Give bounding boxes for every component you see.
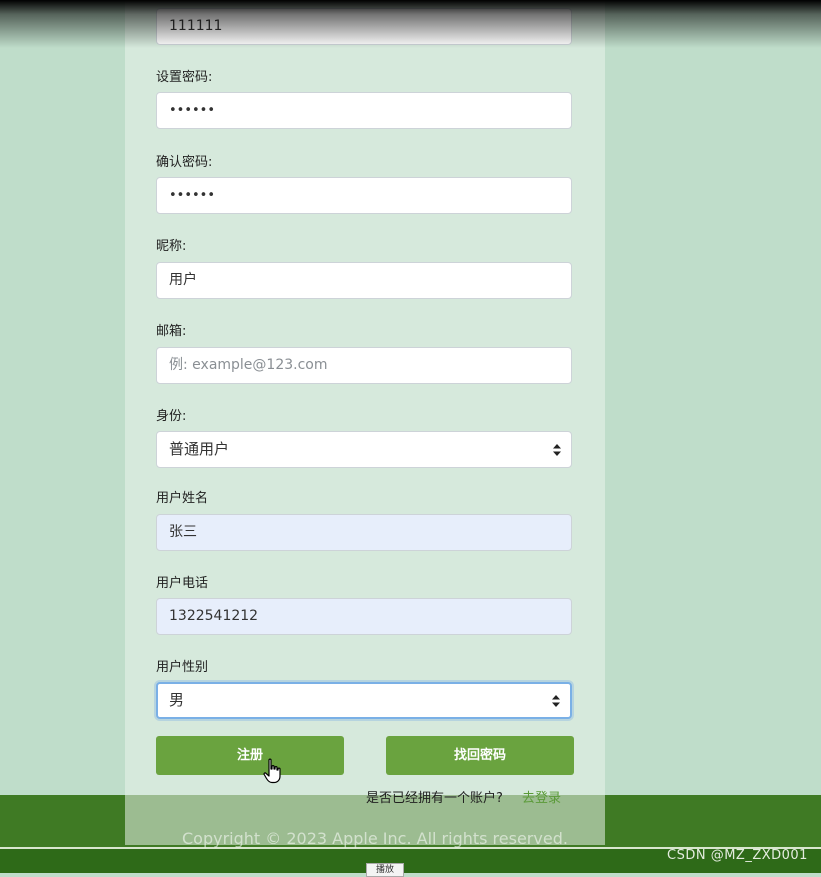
confirm-password-label: 确认密码: <box>156 155 213 170</box>
email-field[interactable]: 例: example@123.com <box>156 347 572 384</box>
gender-select-value: 男 <box>169 691 185 709</box>
identity-select-value: 普通用户 <box>169 440 230 458</box>
hand-cursor-icon <box>263 758 281 784</box>
csdn-watermark: CSDN @MZ_ZXD001 <box>667 848 808 863</box>
recover-password-button[interactable]: 找回密码 <box>386 736 574 775</box>
account-prompt: 是否已经拥有一个账户? <box>366 791 503 806</box>
user-phone-field[interactable]: 1322541212 <box>156 598 572 635</box>
user-phone-label: 用户电话 <box>156 576 209 591</box>
nickname-field[interactable]: 用户 <box>156 262 572 299</box>
copyright-text: Copyright © 2023 Apple Inc. All rights r… <box>182 829 568 848</box>
password-label: 设置密码: <box>156 70 213 85</box>
user-name-label: 用户姓名 <box>156 491 209 506</box>
previous-field[interactable]: 111111 <box>156 8 572 45</box>
password-field[interactable]: •••••• <box>156 92 572 129</box>
gender-select[interactable]: 男 <box>156 682 572 719</box>
identity-select[interactable]: 普通用户 <box>156 431 572 468</box>
select-arrows-icon <box>552 694 560 707</box>
user-gender-label: 用户性别 <box>156 660 209 675</box>
user-name-field[interactable]: 张三 <box>156 514 572 551</box>
nickname-label: 昵称: <box>156 239 187 254</box>
identity-label: 身份: <box>156 409 187 424</box>
play-tooltip: 播放 <box>366 863 404 877</box>
login-link[interactable]: 去登录 <box>522 787 561 806</box>
select-arrows-icon <box>553 443 561 456</box>
email-label: 邮箱: <box>156 324 187 339</box>
register-button[interactable]: 注册 <box>156 736 344 775</box>
confirm-password-field[interactable]: •••••• <box>156 177 572 214</box>
